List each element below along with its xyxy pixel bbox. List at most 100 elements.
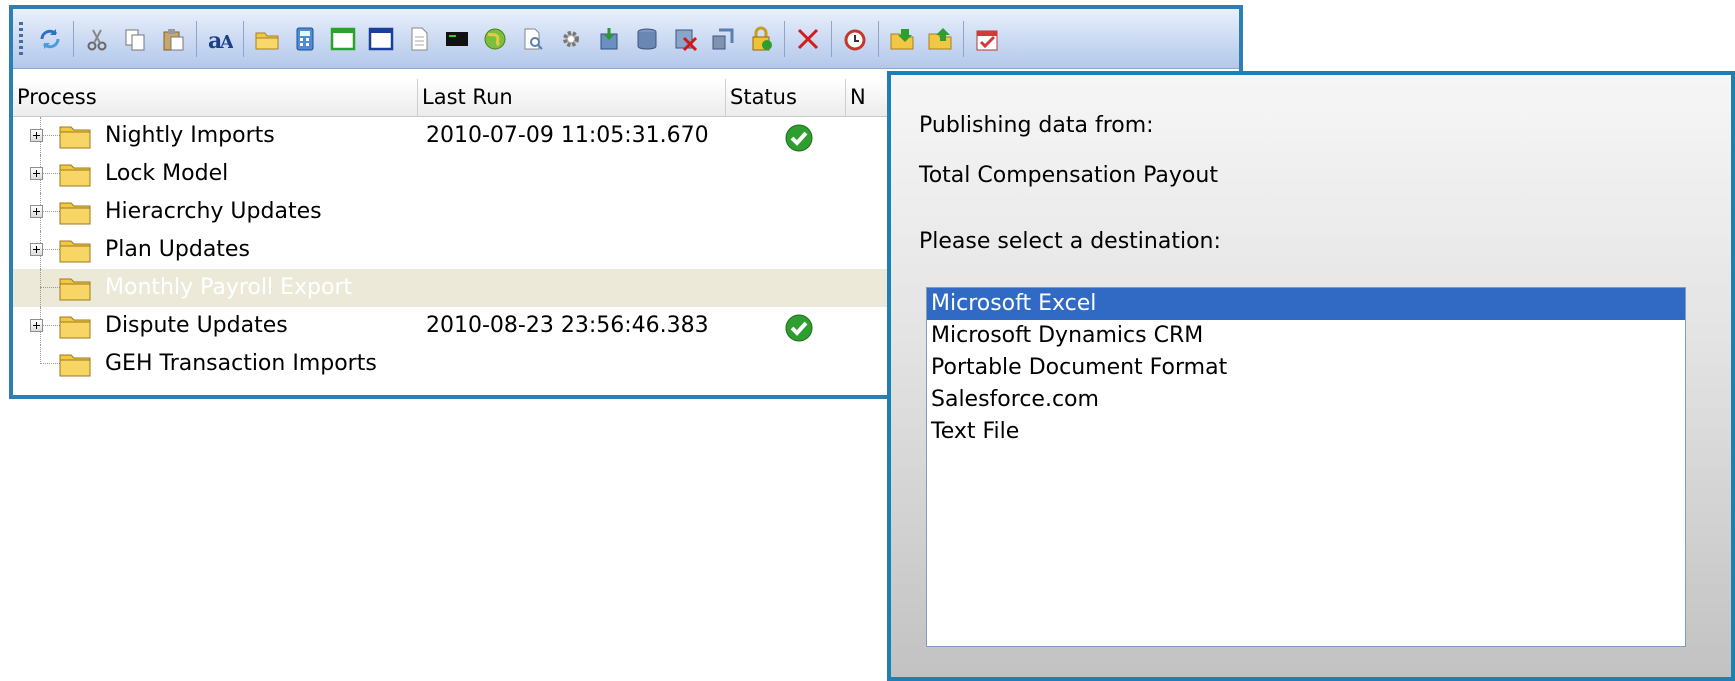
toolbar-separator — [784, 20, 785, 57]
expand-icon[interactable] — [30, 205, 43, 218]
folder-icon — [59, 316, 91, 339]
folder-icon — [59, 240, 91, 263]
folder-icon — [255, 32, 279, 49]
refresh-icon — [40, 28, 60, 49]
transfer-button[interactable] — [704, 19, 742, 59]
status-success-icon — [785, 124, 813, 152]
cut-button[interactable] — [78, 19, 116, 59]
expand-icon[interactable] — [30, 243, 43, 256]
expand-icon[interactable] — [30, 319, 43, 332]
folder-icon — [59, 164, 91, 187]
svg-text:A: A — [219, 32, 233, 52]
rename-icon: aA — [208, 28, 233, 52]
terminal-icon — [446, 31, 468, 46]
checklist-icon — [976, 30, 998, 50]
gear-icon — [563, 30, 579, 47]
toolbar-grip[interactable] — [19, 21, 23, 56]
toolbar-separator — [73, 20, 74, 57]
close-button[interactable] — [789, 19, 827, 59]
process-name: Plan Updates — [105, 237, 250, 262]
search-doc-button[interactable] — [514, 19, 552, 59]
copy-button[interactable] — [116, 19, 154, 59]
last-run-time: 2010-07-09 11:05:31.670 — [426, 123, 709, 148]
destination-option[interactable]: Text File — [927, 416, 1685, 448]
process-name: Hieracrchy Updates — [105, 199, 322, 224]
open-folder-button[interactable] — [883, 19, 921, 59]
tree-branch — [40, 325, 60, 326]
publishing-label: Publishing data from: — [919, 113, 1154, 138]
toolbar-separator — [963, 20, 964, 57]
blue-window-icon — [368, 27, 394, 50]
blue-window-button[interactable] — [362, 19, 400, 59]
process-name: Nightly Imports — [105, 123, 275, 148]
destination-list[interactable]: Microsoft Excel Microsoft Dynamics CRM Por… — [926, 287, 1686, 647]
checklist-button[interactable] — [968, 19, 1006, 59]
tree-line — [40, 269, 41, 307]
folder-button[interactable] — [248, 19, 286, 59]
search-doc-icon — [524, 28, 543, 50]
column-header-status[interactable]: Status — [726, 79, 846, 116]
upload-folder-button[interactable] — [921, 19, 959, 59]
status-success-icon — [785, 314, 813, 342]
database-icon — [637, 28, 657, 50]
rename-button[interactable]: aA — [201, 19, 239, 59]
tree-branch — [40, 249, 60, 250]
toolbar-separator — [831, 20, 832, 57]
tree-branch — [40, 211, 60, 212]
import-button[interactable] — [590, 19, 628, 59]
gear-button[interactable] — [552, 19, 590, 59]
destination-option[interactable]: Microsoft Dynamics CRM — [927, 320, 1685, 352]
process-name: Dispute Updates — [105, 313, 288, 338]
green-window-button[interactable] — [324, 19, 362, 59]
tree-branch — [40, 363, 60, 364]
lock-button[interactable] — [742, 19, 780, 59]
lock-icon — [752, 26, 772, 50]
expand-icon[interactable] — [30, 129, 43, 142]
refresh-button[interactable] — [31, 19, 69, 59]
paste-icon — [163, 28, 184, 50]
tree-branch — [40, 173, 60, 174]
delete-data-icon — [675, 29, 698, 51]
folder-icon — [59, 202, 91, 225]
publish-dialog: Publishing data from: Total Compensation… — [887, 71, 1735, 681]
toolbar-separator — [878, 20, 879, 57]
folder-icon — [59, 278, 91, 301]
terminal-button[interactable] — [438, 19, 476, 59]
folder-icon — [59, 354, 91, 377]
delete-data-button[interactable] — [666, 19, 704, 59]
process-name: Monthly Payroll Export — [105, 275, 353, 300]
folder-icon — [59, 126, 91, 149]
upload-folder-icon — [928, 27, 952, 49]
close-icon — [797, 28, 819, 49]
transfer-icon — [712, 28, 734, 49]
destination-option[interactable]: Microsoft Excel — [927, 288, 1685, 320]
copy-icon — [125, 29, 145, 50]
calculator-button[interactable] — [286, 19, 324, 59]
alarm-clock-button[interactable] — [836, 19, 874, 59]
cut-icon — [87, 29, 107, 50]
destination-option[interactable]: Portable Document Format — [927, 352, 1685, 384]
toolbar: aA — [13, 9, 1239, 69]
alarm-clock-icon — [844, 29, 866, 50]
tree-branch — [40, 287, 60, 288]
import-icon — [600, 27, 618, 49]
destination-label: Please select a destination: — [919, 229, 1221, 254]
calculator-icon — [296, 27, 314, 50]
expand-icon[interactable] — [30, 167, 43, 180]
globe-button[interactable] — [476, 19, 514, 59]
last-run-time: 2010-08-23 23:56:46.383 — [426, 313, 709, 338]
destination-option[interactable]: Salesforce.com — [927, 384, 1685, 416]
paste-button[interactable] — [154, 19, 192, 59]
tree-branch — [40, 135, 60, 136]
tree-line — [40, 345, 41, 364]
column-header-last-run[interactable]: Last Run — [418, 79, 726, 116]
document-button[interactable] — [400, 19, 438, 59]
document-icon — [411, 27, 428, 50]
open-folder-icon — [890, 28, 914, 49]
globe-icon — [484, 28, 506, 49]
column-header-process[interactable]: Process — [13, 79, 418, 116]
database-button[interactable] — [628, 19, 666, 59]
source-name: Total Compensation Payout — [919, 163, 1218, 188]
green-window-icon — [330, 27, 356, 50]
toolbar-separator — [196, 20, 197, 57]
